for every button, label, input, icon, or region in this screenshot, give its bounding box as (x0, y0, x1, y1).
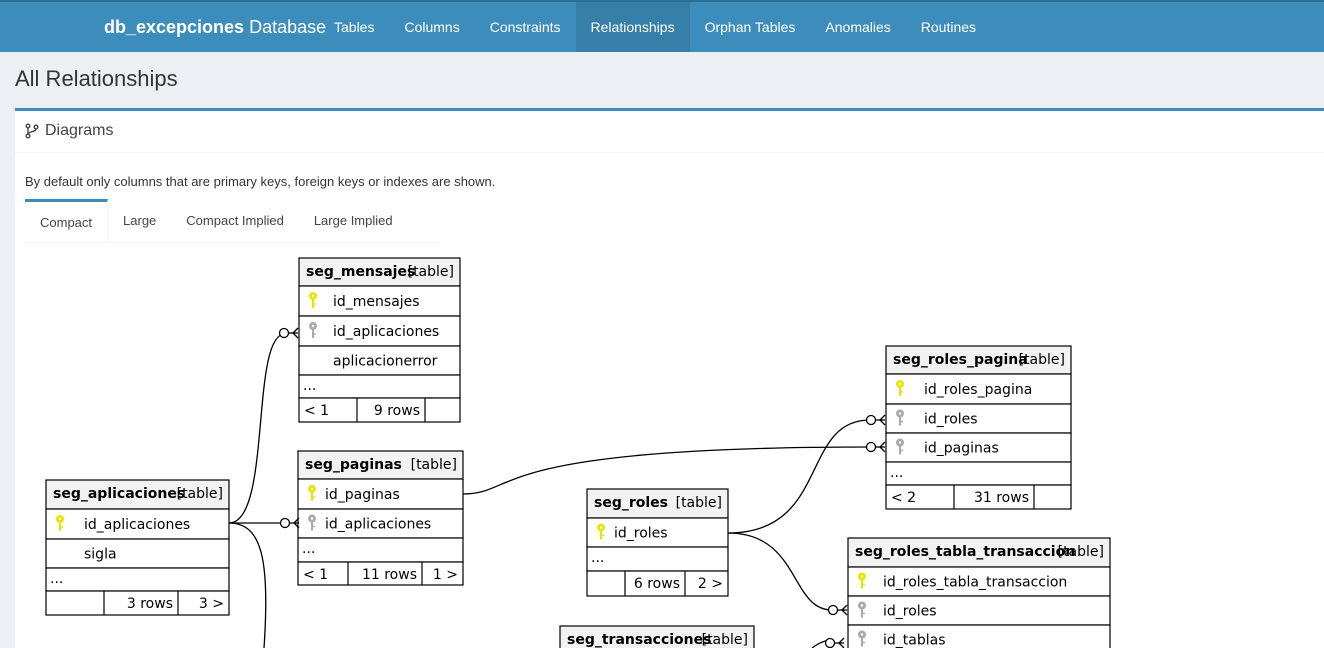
more-columns: ... (50, 571, 63, 587)
crow-foot-mensajes (278, 327, 299, 339)
table-seg-roles-pagina[interactable]: seg_roles_pagina[table] id_roles_paginaid… (885, 345, 1072, 510)
table-seg-transacciones[interactable]: seg_transacciones[table] (559, 625, 755, 648)
column-name: id_roles (924, 412, 978, 428)
more-columns: ... (303, 378, 316, 394)
parent-count: < 2 (891, 490, 916, 506)
table-name: seg_aplicaciones (53, 486, 185, 502)
table-more-row (45, 567, 230, 592)
child-count: 2 > (698, 576, 723, 592)
column-name: id_tablas (883, 633, 946, 648)
parent-count: < 1 (304, 403, 329, 419)
row-count: 11 rows (362, 567, 417, 583)
relationship-diagram: seg_mensajes[table]id_mensajesid_aplicac… (45, 257, 1111, 648)
crow-foot-roles-pagina-roles (865, 414, 886, 426)
table-type: [table] (1058, 544, 1104, 560)
column-name: id_mensajes (333, 294, 420, 310)
crow-foot-roles-pagina-paginas (865, 441, 886, 453)
edge-roles-roles-pagina (727, 419, 871, 534)
table-column-row (885, 403, 1072, 434)
table-type: [table] (702, 632, 748, 648)
column-name: id_roles_pagina (924, 382, 1032, 398)
row-count: 6 rows (634, 576, 680, 592)
more-columns: ... (890, 465, 903, 481)
crow-foot-roles-tabla-roles (827, 604, 848, 616)
column-name: id_roles (614, 526, 668, 542)
table-column-row (45, 538, 230, 569)
child-count: 1 > (433, 567, 458, 583)
more-columns: ... (302, 541, 315, 557)
column-name: id_aplicaciones (84, 517, 190, 533)
edge-paginas-roles-pagina (462, 446, 871, 495)
column-name: id_roles_tabla_transaccion (883, 575, 1067, 591)
table-name: seg_transacciones (567, 632, 711, 648)
crow-foot-roles-tabla-tablas (824, 637, 845, 648)
table-seg-aplicaciones[interactable]: seg_aplicaciones[table] id_aplicacionessi… (45, 479, 230, 616)
edge-roles-roles-tabla (727, 532, 833, 611)
table-more-row (298, 374, 461, 399)
table-name: seg_paginas (305, 457, 402, 473)
edge-aplicaciones-down (228, 522, 267, 648)
column-name: id_roles (883, 604, 937, 620)
table-more-row (297, 537, 464, 563)
column-name: id_paginas (325, 487, 400, 503)
row-count: 9 rows (374, 403, 420, 419)
table-seg-paginas[interactable]: seg_paginas [table] id_paginas id_aplicacio… (297, 450, 464, 586)
column-name: aplicacionerror (333, 354, 438, 370)
column-name: sigla (84, 547, 117, 563)
table-seg-mensajes[interactable]: seg_mensajes[table] id_mensajes id_aplicac… (298, 257, 461, 423)
child-count: 3 > (199, 596, 224, 612)
column-name: id_aplicaciones (333, 324, 439, 340)
table-name: seg_mensajes (306, 264, 415, 280)
table-type: [table] (1019, 352, 1065, 368)
table-more-row (885, 461, 1072, 486)
row-count: 31 rows (974, 490, 1029, 506)
crow-foot-paginas (279, 517, 300, 529)
table-seg-roles[interactable]: seg_roles [table] id_roles... 6 rows 2 > (586, 488, 729, 597)
more-columns: ... (591, 550, 604, 566)
table-type: [table] (676, 495, 722, 511)
parent-count: < 1 (303, 567, 328, 583)
row-count: 3 rows (127, 596, 173, 612)
table-type: [table] (411, 457, 457, 473)
diagram-tables: seg_mensajes[table]id_mensajesid_aplicac… (45, 257, 1111, 648)
table-name: seg_roles_pagina (893, 352, 1028, 368)
table-name: seg_roles (594, 495, 668, 511)
table-name: seg_roles_tabla_transaccion (855, 544, 1075, 560)
table-type: [table] (408, 264, 454, 280)
column-name: id_paginas (924, 441, 999, 457)
table-seg-roles-tabla-transaccion[interactable]: seg_roles_tabla_transaccion[table] id_rol… (847, 537, 1111, 648)
edge-aplicaciones-mensajes (228, 333, 286, 524)
column-name: id_aplicaciones (325, 517, 431, 533)
table-more-row (586, 546, 729, 572)
table-type: [table] (177, 486, 223, 502)
